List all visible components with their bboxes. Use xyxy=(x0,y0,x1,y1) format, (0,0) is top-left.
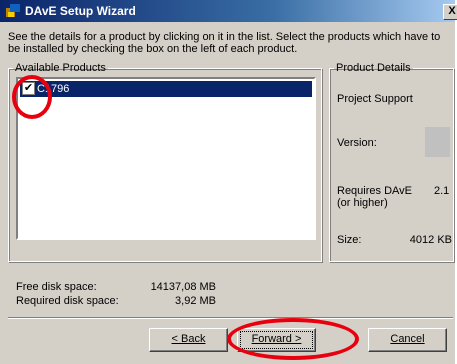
title-bar[interactable]: DAvE Setup Wizard X xyxy=(0,0,457,22)
requires-label: Requires DAvE (or higher) xyxy=(337,185,412,209)
back-button[interactable]: < Back xyxy=(149,328,228,352)
product-detail-name: Project Support xyxy=(337,93,413,105)
required-space-value: 3,92 MB xyxy=(175,295,216,307)
products-listbox[interactable]: ✔ C1796 xyxy=(16,77,316,240)
available-products-legend: Available Products xyxy=(15,62,106,74)
dave-app-icon xyxy=(6,4,20,17)
requires-value: 2.1 xyxy=(434,185,450,197)
size-value: 4012 KB xyxy=(409,234,452,246)
checkbox-highlight-circle xyxy=(12,75,52,119)
product-list-item[interactable]: ✔ C1796 xyxy=(20,81,312,97)
required-space-label: Required disk space: xyxy=(16,295,119,307)
window-title: DAvE Setup Wizard xyxy=(25,4,136,18)
product-details-group: Product Details xyxy=(329,62,454,262)
free-space-label: Free disk space: xyxy=(16,281,97,293)
cancel-button[interactable]: Cancel xyxy=(368,328,447,352)
close-button[interactable]: X xyxy=(443,4,457,20)
setup-wizard-window: DAvE Setup Wizard X See the details for … xyxy=(0,0,457,364)
button-separator xyxy=(8,317,453,319)
version-value-box xyxy=(425,127,450,157)
product-details-legend: Product Details xyxy=(336,62,411,74)
forward-highlight-circle xyxy=(227,318,359,360)
version-label: Version: xyxy=(337,137,377,149)
free-space-value: 14137,08 MB xyxy=(150,281,216,293)
instructions-text: See the details for a product by clickin… xyxy=(8,31,441,55)
size-label: Size: xyxy=(337,234,362,246)
